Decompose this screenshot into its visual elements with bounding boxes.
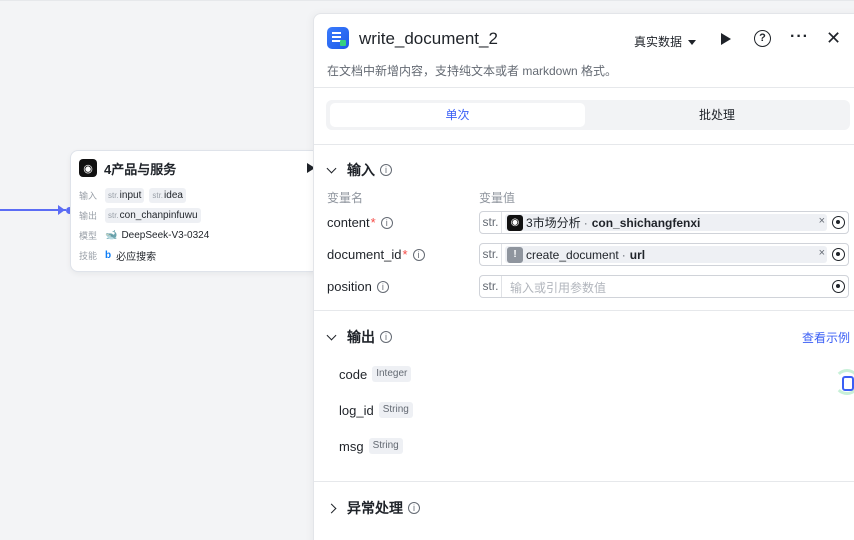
info-icon[interactable]: i (376, 280, 389, 293)
position-value-field[interactable]: str. 输入或引用参数值 (479, 275, 849, 298)
connection-line (0, 209, 66, 211)
node-skill-name: 必应搜索 (116, 251, 157, 263)
clear-icon[interactable]: × (819, 247, 825, 259)
panel-subtitle: 在文档中新增内容，支持纯文本或者 markdown 格式。 (327, 64, 618, 78)
clear-icon[interactable]: × (819, 215, 825, 227)
close-icon[interactable]: ✕ (826, 28, 841, 49)
info-icon[interactable]: i (380, 216, 393, 229)
info-icon[interactable]: i (380, 164, 392, 176)
type-label: str. (480, 244, 502, 265)
tab-batch[interactable]: 批处理 (586, 103, 848, 127)
var-label-document-id: document_id * i (327, 247, 425, 262)
variable-reference[interactable]: ! create_document · url × (505, 246, 827, 263)
node-input-label: 输入 (79, 190, 98, 201)
document-id-value-field[interactable]: str. ! create_document · url × (479, 243, 849, 266)
type-tag: String (378, 402, 413, 418)
real-data-dropdown[interactable]: 真实数据 (634, 33, 696, 50)
assistant-floating-icon[interactable] (834, 369, 854, 395)
position-input-placeholder[interactable]: 输入或引用参数值 (510, 279, 606, 296)
type-tag: String (368, 438, 403, 454)
llm-node-icon: ◉ (507, 214, 523, 231)
node-model-name: DeepSeek-V3-0324 (121, 229, 210, 241)
chevron-down-icon (326, 163, 337, 173)
tab-single[interactable]: 单次 (330, 103, 585, 127)
connection-arrow (58, 205, 65, 215)
exception-section-title: 异常处理 (347, 500, 403, 516)
output-field-code: code Integer (339, 366, 412, 382)
divider (314, 481, 854, 482)
document-plugin-icon (327, 27, 349, 49)
chevron-down-icon (326, 330, 337, 340)
type-label: str. (480, 276, 502, 297)
node-model-label: 模型 (79, 230, 98, 241)
node-title: 4产品与服务 (104, 161, 177, 177)
output-section-title: 输出 (347, 329, 375, 345)
panel-header: write_document_2 在文档中新增内容，支持纯文本或者 markdo… (314, 14, 854, 88)
node-config-panel: write_document_2 在文档中新增内容，支持纯文本或者 markdo… (313, 13, 854, 540)
deepseek-icon: 🐋 (105, 229, 118, 241)
node-output-label: 输出 (79, 210, 98, 221)
node-output-tag: str. con_chanpinfuwu (105, 207, 201, 223)
info-icon[interactable]: i (408, 502, 420, 514)
column-header-name: 变量名 (327, 191, 364, 205)
input-section-header[interactable]: 输入 i (326, 160, 392, 180)
chevron-right-icon (326, 503, 337, 513)
divider (314, 144, 854, 145)
reference-target-icon[interactable] (832, 248, 845, 261)
type-label: str. (480, 212, 502, 233)
run-icon[interactable] (721, 33, 731, 45)
input-section-title: 输入 (347, 162, 375, 178)
reference-target-icon[interactable] (832, 280, 845, 293)
panel-title[interactable]: write_document_2 (359, 29, 498, 49)
var-label-content: content * i (327, 215, 393, 230)
info-icon[interactable]: i (380, 331, 392, 343)
llm-node-icon: ◉ (79, 159, 97, 177)
more-icon[interactable]: ··· (790, 28, 809, 46)
exception-section-header[interactable]: 异常处理 i (326, 498, 420, 518)
node-skill-label: 技能 (79, 250, 98, 261)
output-field-msg: msg String (339, 438, 403, 454)
variable-reference[interactable]: ◉ 3市场分析 · con_shichangfenxi × (505, 214, 827, 231)
see-example-link[interactable]: 查看示例 (802, 329, 850, 346)
column-header-value: 变量值 (479, 191, 516, 205)
mode-tabs: 单次 批处理 (326, 100, 850, 130)
content-value-field[interactable]: str. ◉ 3市场分析 · con_shichangfenxi × (479, 211, 849, 234)
node-input-tag: str. input (105, 187, 145, 203)
output-field-log-id: log_id String (339, 402, 413, 418)
output-section-header[interactable]: 输出 i (326, 327, 392, 347)
bing-icon: b (105, 249, 112, 261)
help-icon[interactable]: ? (754, 30, 771, 47)
workflow-node[interactable]: ◉ 4产品与服务 输入 str. input str. idea 输出 str. co… (70, 150, 320, 272)
type-tag: Integer (372, 366, 412, 382)
node-input-tag: str. idea (149, 187, 186, 203)
reference-target-icon[interactable] (832, 216, 845, 229)
info-icon[interactable]: i (412, 248, 425, 261)
warning-icon: ! (507, 246, 523, 263)
divider (314, 310, 854, 311)
var-label-position: position i (327, 279, 389, 294)
